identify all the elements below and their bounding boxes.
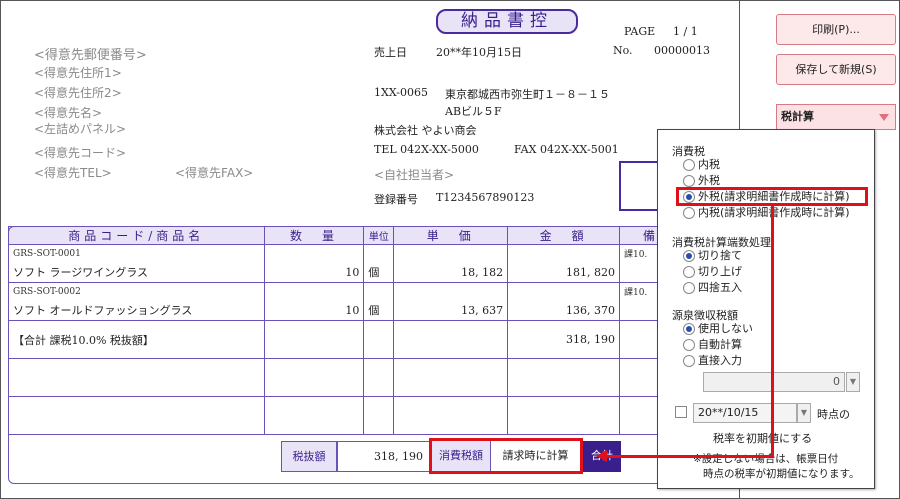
page-value: 1 / 1 — [673, 25, 698, 38]
chevron-down-icon[interactable]: ▼ — [846, 372, 860, 392]
col-header-unit: 単位 — [363, 226, 395, 245]
section-tax: 消費税 — [672, 145, 705, 158]
company-address: 東京都城西市弥生町１－８－１５ — [445, 88, 610, 101]
customer-addr2[interactable]: <得意先住所2> — [34, 84, 122, 101]
table-row[interactable]: GRS-SOT-0001 課10. — [8, 244, 661, 263]
radio-tax-inclusive-invoice[interactable]: 内税(請求明細書作成時に計算) — [683, 206, 850, 220]
print-button[interactable]: 印刷(P)... — [776, 14, 896, 45]
item-name[interactable]: ソフト オールドファッショングラス — [8, 300, 265, 321]
item-note[interactable]: 課10. — [618, 244, 661, 263]
company-name: 株式会社 やよい商会 — [374, 124, 477, 137]
tax-calc-label: 税計算 — [781, 110, 814, 123]
company-tel: TEL 042X-XX-5000 — [374, 143, 479, 156]
dropdown-arrow-icon — [879, 114, 889, 121]
radio-round-up[interactable]: 切り上げ — [683, 265, 742, 279]
company-fax: FAX 042X-XX-5001 — [514, 143, 619, 156]
option-highlight-box — [676, 187, 868, 206]
sale-date-label: 売上日 — [374, 46, 407, 59]
customer-fax[interactable]: <得意先FAX> — [175, 164, 253, 181]
col-header-product: 商品コード/商品名 — [8, 226, 265, 245]
item-price[interactable]: 18, 182 — [393, 262, 509, 283]
customer-addr1[interactable]: <得意先住所1> — [34, 64, 122, 81]
company-zip: 1XX-0065 — [374, 86, 428, 99]
tax-calc-dropdown[interactable]: 税計算 — [776, 104, 896, 130]
section-withholding: 源泉徴収税額 — [672, 309, 738, 322]
arrow-left-icon — [596, 450, 607, 462]
item-code[interactable]: GRS-SOT-0001 — [8, 244, 265, 263]
customer-panel[interactable]: <左詰めパネル> — [34, 120, 126, 137]
sale-date[interactable]: 20**年10月15日 — [436, 44, 522, 60]
item-code[interactable]: GRS-SOT-0002 — [8, 282, 265, 301]
item-note[interactable]: 課10. — [618, 282, 661, 301]
no-value[interactable]: 00000013 — [654, 44, 710, 57]
radio-tax-inclusive[interactable]: 内税 — [683, 158, 720, 172]
rate-date-checkbox[interactable] — [675, 406, 687, 418]
table-row[interactable]: GRS-SOT-0002 課10. — [8, 282, 661, 301]
col-header-qty: 数 量 — [263, 226, 365, 245]
sum-label: 【合計 課税10.0% 税抜額】 — [8, 320, 265, 359]
connector-line — [606, 455, 774, 458]
no-label: No. — [613, 44, 633, 57]
items-table: 商品コード/商品名 数 量 単位 単 価 金 額 備 GRS-SOT-0001 … — [8, 226, 661, 435]
item-price[interactable]: 13, 637 — [393, 300, 509, 321]
table-row[interactable] — [8, 358, 661, 397]
table-row[interactable]: ソフト ラージワイングラス 10 個 18, 182 181, 820 — [8, 262, 661, 283]
radio-tax-exclusive[interactable]: 外税 — [683, 174, 720, 188]
item-unit[interactable]: 個 — [363, 300, 395, 321]
company-building: ABビル５F — [445, 105, 502, 118]
doc-title: 納品書控 — [436, 9, 578, 34]
col-header-amount: 金 額 — [507, 226, 620, 245]
item-qty[interactable]: 10 — [263, 300, 365, 321]
table-row[interactable] — [8, 396, 661, 435]
table-header-row: 商品コード/商品名 数 量 単位 単 価 金 額 備 — [8, 226, 661, 245]
footnote-2: 時点の税率が初期値になります。 — [703, 468, 860, 480]
rate-note: 税率を初期値にする — [713, 432, 813, 445]
customer-tel[interactable]: <得意先TEL> — [34, 164, 112, 181]
radio-round-down[interactable]: 切り捨て — [683, 249, 742, 263]
stamp-box — [619, 161, 659, 211]
calendar-dropdown-icon[interactable]: ▼ — [797, 403, 811, 423]
date-suffix: 時点の — [817, 408, 850, 421]
tax-highlight-box — [429, 438, 583, 474]
item-amount[interactable]: 136, 370 — [507, 300, 620, 321]
subtotal-label: 税抜額 — [281, 441, 337, 472]
customer-zip[interactable]: <得意先郵便番号> — [34, 44, 147, 63]
withholding-amount-input[interactable]: 0 — [703, 372, 845, 392]
connector-line — [771, 206, 774, 458]
section-rounding: 消費税計算端数処理 — [672, 236, 771, 249]
reg-label: 登録番号 — [374, 193, 418, 206]
col-header-price: 単 価 — [393, 226, 509, 245]
customer-name[interactable]: <得意先名> — [34, 104, 102, 121]
footnote-1: ※設定しない場合は、帳票日付 — [693, 453, 839, 465]
company-staff[interactable]: <自社担当者> — [374, 166, 454, 183]
rate-date-field[interactable]: 20**/10/15 — [693, 403, 797, 423]
item-name[interactable]: ソフト ラージワイングラス — [8, 262, 265, 283]
save-new-button[interactable]: 保存して新規(S) — [776, 54, 896, 85]
reg-no: T1234567890123 — [436, 191, 535, 204]
item-qty[interactable]: 10 — [263, 262, 365, 283]
item-unit[interactable]: 個 — [363, 262, 395, 283]
page-label: PAGE — [624, 25, 656, 38]
table-row[interactable]: ソフト オールドファッショングラス 10 個 13, 637 136, 370 — [8, 300, 661, 321]
radio-withholding-direct[interactable]: 直接入力 — [683, 354, 742, 368]
subtotal-value: 318, 190 — [337, 441, 430, 472]
sum-value: 318, 190 — [507, 320, 620, 359]
radio-round-half[interactable]: 四捨五入 — [683, 281, 742, 295]
customer-code[interactable]: <得意先コード> — [34, 144, 126, 161]
table-row[interactable]: 【合計 課税10.0% 税抜額】 318, 190 — [8, 320, 661, 359]
radio-withholding-none[interactable]: 使用しない — [683, 322, 753, 336]
col-header-note: 備 — [618, 226, 661, 245]
item-amount[interactable]: 181, 820 — [507, 262, 620, 283]
radio-withholding-auto[interactable]: 自動計算 — [683, 338, 742, 352]
